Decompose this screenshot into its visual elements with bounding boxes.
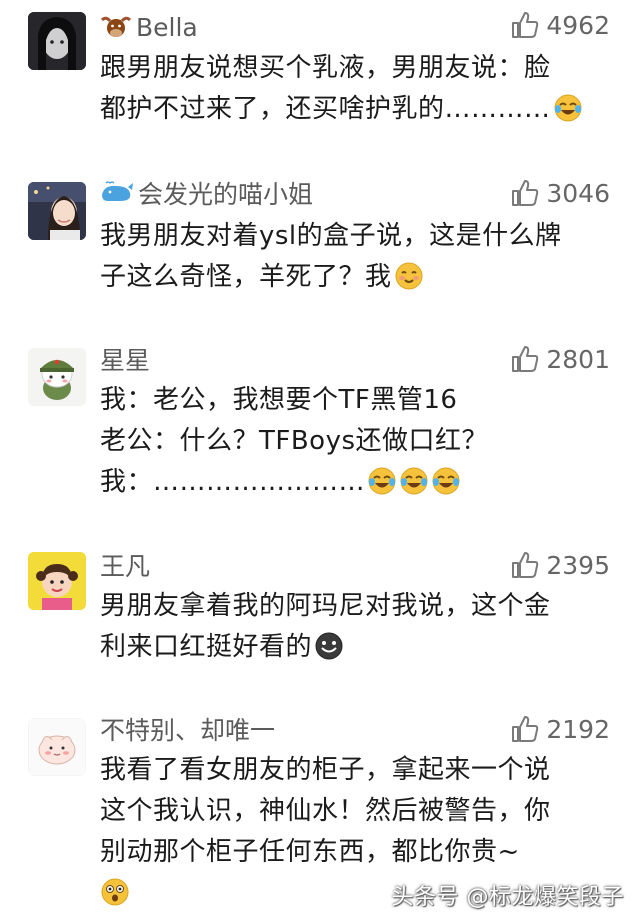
laughing-crying-emoji-icon xyxy=(368,467,396,495)
thumbs-up-icon xyxy=(512,552,539,578)
comment-line: 别动那个柜子任何东西，都比你贵~ xyxy=(100,837,520,867)
comment-line: 我：老公，我想要个TF黑管16 xyxy=(100,385,458,415)
username[interactable]: 王凡 xyxy=(100,547,150,583)
shocked-face-emoji-icon xyxy=(101,878,129,906)
like-button[interactable]: 2395 xyxy=(510,548,610,582)
like-count: 2801 xyxy=(546,344,610,374)
cow-badge-icon xyxy=(100,14,132,40)
like-count: 2395 xyxy=(546,550,610,580)
username[interactable]: 会发光的喵小姐 xyxy=(138,175,313,211)
like-button[interactable]: 4962 xyxy=(510,8,610,42)
like-count: 4962 xyxy=(546,10,610,40)
laughing-crying-emoji-icon xyxy=(554,94,582,122)
comment-line: 子这么奇怪，羊死了？我 xyxy=(100,257,615,298)
thumbs-up-icon xyxy=(512,12,539,38)
whale-badge-icon xyxy=(100,181,134,205)
comment-line: 我男朋友对着ysl的盒子说，这是什么牌 xyxy=(100,221,562,251)
comment-line: 这个我认识，神仙水！然后被警告，你 xyxy=(100,796,551,826)
comment-line: 跟男朋友说想买个乳液，男朋友说：脸 xyxy=(100,53,551,83)
comment-line: 我看了看女朋友的柜子，拿起来一个说 xyxy=(100,755,551,785)
comment-line: 我：…………………… xyxy=(100,462,615,503)
comment-line: 男朋友拿着我的阿玛尼对我说，这个金 xyxy=(100,591,551,621)
thumbs-up-icon xyxy=(512,180,539,206)
thumbs-up-icon xyxy=(512,346,539,372)
like-count: 3046 xyxy=(546,178,610,208)
avatar[interactable] xyxy=(28,348,86,406)
username[interactable]: 不特别、却唯一 xyxy=(100,711,275,747)
username-row: 王凡 xyxy=(100,548,150,582)
comment-line: 利来口红挺好看的 xyxy=(100,627,615,668)
dark-grin-emoji-icon xyxy=(315,632,343,660)
like-button[interactable]: 3046 xyxy=(510,176,610,210)
like-button[interactable]: 2801 xyxy=(510,342,610,376)
username-row: Bella xyxy=(100,10,198,44)
avatar[interactable] xyxy=(28,718,86,776)
comment-text: 我：老公，我想要个TF黑管16 老公：什么？TFBoys还做口红？ 我：…………… xyxy=(100,380,615,503)
comment-text: 我男朋友对着ysl的盒子说，这是什么牌 子这么奇怪，羊死了？我 xyxy=(100,216,615,298)
username[interactable]: Bella xyxy=(136,13,198,42)
avatar[interactable] xyxy=(28,12,86,70)
like-button[interactable]: 2192 xyxy=(510,712,610,746)
blushing-smile-emoji-icon xyxy=(395,262,423,290)
laughing-crying-emoji-icon xyxy=(432,467,460,495)
username-row: 星星 xyxy=(100,342,150,376)
thumbs-up-icon xyxy=(512,716,539,742)
username-row: 不特别、却唯一 xyxy=(100,712,275,746)
comment-line: 都护不过来了，还买啥护乳的………… xyxy=(100,89,615,130)
comment-text: 男朋友拿着我的阿玛尼对我说，这个金 利来口红挺好看的 xyxy=(100,586,615,668)
username-row: 会发光的喵小姐 xyxy=(100,176,313,210)
like-count: 2192 xyxy=(546,714,610,744)
avatar[interactable] xyxy=(28,182,86,240)
username[interactable]: 星星 xyxy=(100,341,150,377)
laughing-crying-emoji-icon xyxy=(400,467,428,495)
avatar[interactable] xyxy=(28,552,86,610)
watermark: 头条号 @标龙爆笑段子 xyxy=(391,885,624,910)
comment-text: 跟男朋友说想买个乳液，男朋友说：脸 都护不过来了，还买啥护乳的………… xyxy=(100,48,615,130)
comment-line: 老公：什么？TFBoys还做口红？ xyxy=(100,426,489,456)
